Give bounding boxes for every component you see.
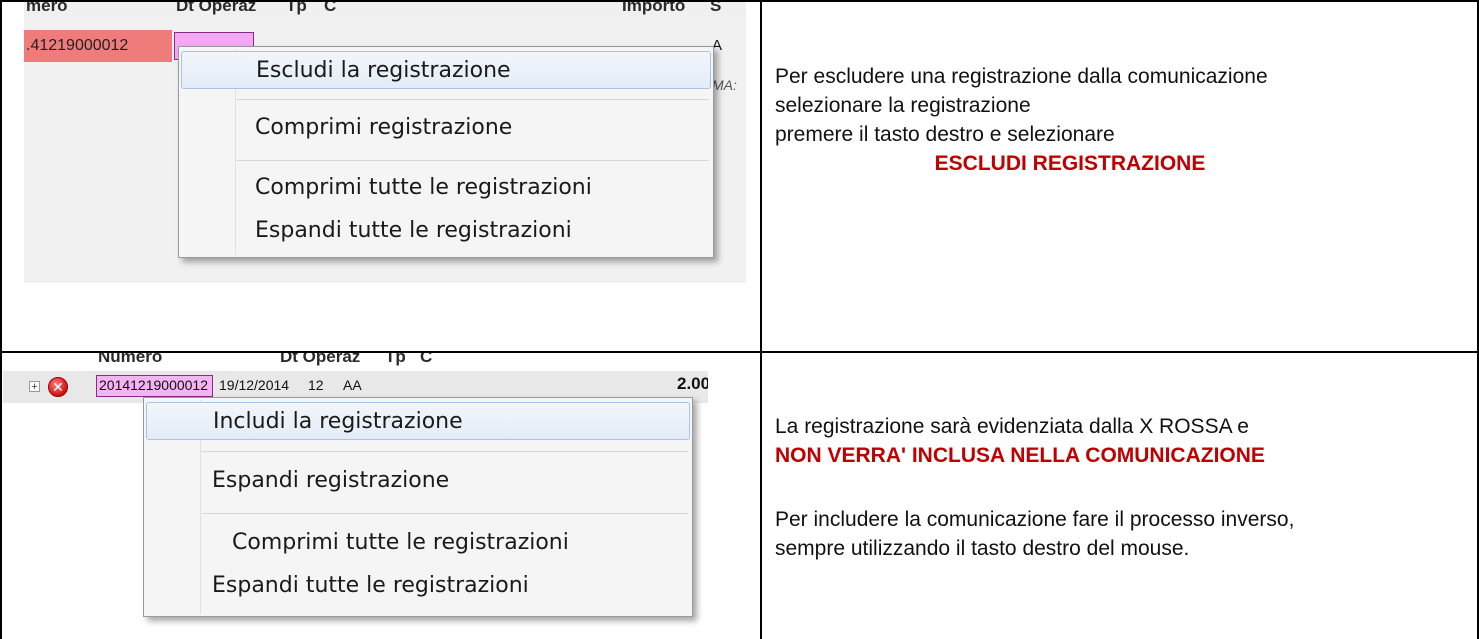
text-line: selezionare la registrazione bbox=[775, 94, 1031, 117]
header-c: C bbox=[420, 353, 433, 366]
text-line: premere il tasto destro e selezionare bbox=[775, 123, 1115, 146]
row-tp: 12 bbox=[308, 377, 324, 393]
header-importo: Importo bbox=[622, 2, 686, 15]
menu-item-comprimi-tutte[interactable]: Comprimi tutte le registrazioni bbox=[181, 169, 711, 207]
row-italic-partial: MA: bbox=[712, 77, 737, 93]
menu-separator bbox=[237, 99, 709, 100]
menu-item-includi[interactable]: Includi la registrazione bbox=[146, 402, 690, 440]
screenshot-include-menu: Numero Dt Operaz Tp C + ✕ 20141219000012… bbox=[3, 353, 708, 639]
context-menu: Escludi la registrazione Comprimi regist… bbox=[178, 46, 714, 258]
menu-item-label: Includi la registrazione bbox=[213, 409, 463, 434]
row-numero: 20141219000012 bbox=[99, 377, 209, 393]
row-c: AA bbox=[343, 377, 362, 393]
context-menu: Includi la registrazione Espandi registr… bbox=[143, 397, 693, 617]
header-s: S bbox=[710, 2, 722, 15]
highlight-escludi: ESCLUDI REGISTRAZIONE bbox=[934, 152, 1206, 175]
menu-item-comprimi[interactable]: Comprimi registrazione bbox=[181, 109, 711, 147]
menu-separator bbox=[202, 513, 688, 514]
highlight-non-inclusa: NON VERRA' INCLUSA NELLA COMUNICAZIONE bbox=[775, 444, 1265, 467]
menu-item-escludi[interactable]: Escludi la registrazione bbox=[181, 51, 711, 89]
text-line: Per includere la comunicazione fare il p… bbox=[775, 508, 1295, 531]
header-numero: mero bbox=[26, 2, 68, 15]
text-line: Per escludere una registrazione dalla co… bbox=[775, 65, 1268, 88]
plus-expander-icon[interactable]: + bbox=[29, 381, 40, 393]
screenshot-exclude-menu: mero Dt Operaz Tp C Importo S .412190000… bbox=[24, 2, 746, 283]
menu-item-comprimi-tutte[interactable]: Comprimi tutte le registrazioni bbox=[146, 524, 690, 562]
header-dt-operaz: Dt Operaz bbox=[176, 2, 257, 15]
row-importo: 2.00 bbox=[677, 374, 708, 393]
menu-item-label: Espandi tutte le registrazioni bbox=[212, 573, 529, 598]
red-x-circle-icon[interactable]: ✕ bbox=[48, 377, 68, 397]
instructions-include: La registrazione sarà evidenziata dalla … bbox=[775, 412, 1465, 563]
header-tp: Tp bbox=[385, 353, 406, 366]
table-border-left bbox=[0, 0, 2, 639]
menu-item-label: Comprimi tutte le registrazioni bbox=[255, 175, 592, 200]
menu-item-espandi[interactable]: Espandi registrazione bbox=[146, 462, 690, 500]
menu-item-espandi-tutte[interactable]: Espandi tutte le registrazioni bbox=[181, 212, 711, 250]
menu-item-label: Comprimi tutte le registrazioni bbox=[232, 530, 569, 555]
menu-item-label: Comprimi registrazione bbox=[255, 115, 513, 140]
text-spacer bbox=[775, 470, 1465, 499]
instructions-exclude: Per escludere una registrazione dalla co… bbox=[775, 62, 1465, 178]
menu-item-label: Espandi tutte le registrazioni bbox=[255, 218, 572, 243]
text-line: sempre utilizzando il tasto destro del m… bbox=[775, 537, 1190, 560]
header-tp: Tp bbox=[286, 2, 307, 15]
menu-item-espandi-tutte[interactable]: Espandi tutte le registrazioni bbox=[146, 567, 690, 605]
row-numero-cell[interactable]: 20141219000012 bbox=[96, 375, 213, 397]
table-border-center bbox=[760, 0, 762, 639]
header-dt-operaz: Dt Operaz bbox=[280, 353, 361, 366]
menu-item-label: Espandi registrazione bbox=[212, 468, 450, 493]
document-table: mero Dt Operaz Tp C Importo S .412190000… bbox=[0, 0, 1479, 639]
grid-header: Numero Dt Operaz Tp C bbox=[3, 353, 708, 371]
menu-separator bbox=[202, 451, 688, 452]
grid-header: mero Dt Operaz Tp C Importo S bbox=[24, 2, 746, 20]
menu-item-label: Escludi la registrazione bbox=[256, 58, 511, 83]
row-date: 19/12/2014 bbox=[219, 377, 290, 393]
text-line: La registrazione sarà evidenziata dalla … bbox=[775, 415, 1249, 438]
header-c: C bbox=[324, 2, 337, 15]
menu-separator bbox=[237, 160, 709, 161]
header-numero: Numero bbox=[98, 353, 163, 366]
